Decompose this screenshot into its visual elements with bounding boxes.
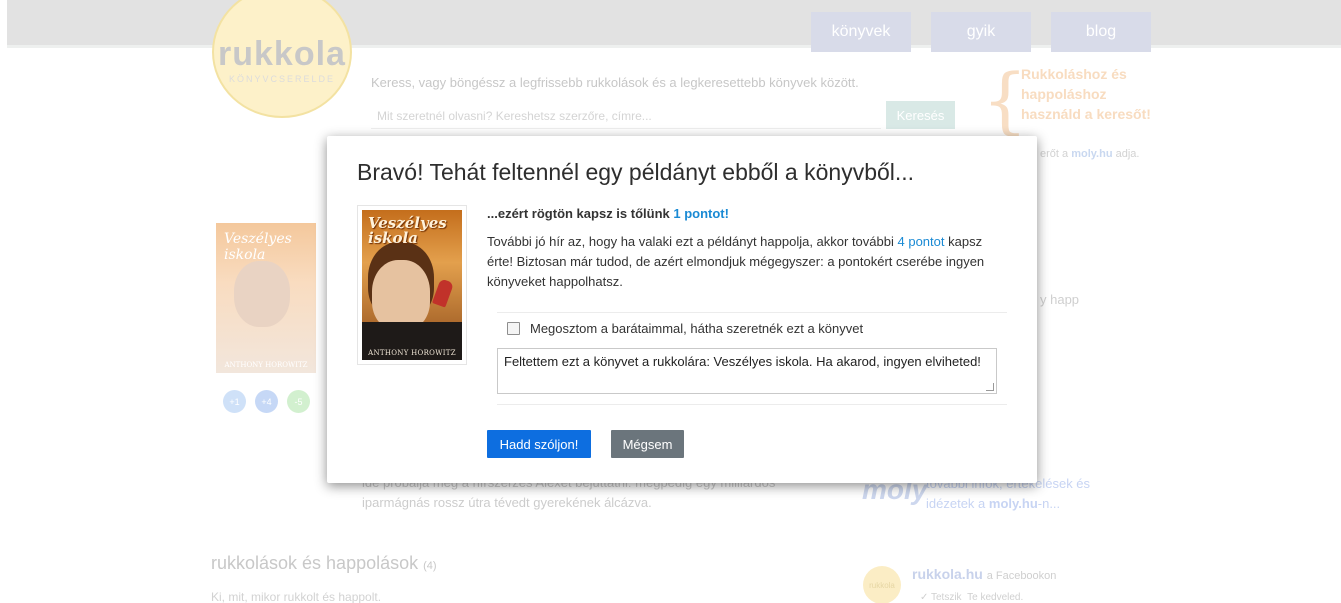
facebook-liked-text: Te kedveled.: [967, 592, 1024, 603]
share-message-text: Feltettem ezt a könyvet a rukkolára: Ves…: [504, 354, 981, 369]
cover-boy-illustration: [372, 260, 430, 330]
promo-sub-prefix: erőt a: [1040, 148, 1069, 160]
share-message-textarea[interactable]: Feltettem ezt a könyvet a rukkolára: Ves…: [497, 348, 997, 394]
moly-text-2: -n...: [1037, 496, 1061, 511]
bg-book-cover[interactable]: Veszélyes iskola ANTHONY HOROWITZ: [216, 223, 316, 373]
nav-blog[interactable]: blog: [1051, 12, 1151, 52]
promo-sub-suffix: adja.: [1115, 148, 1140, 160]
search-input[interactable]: Mit szeretnél olvasni? Kereshetsz szerző…: [371, 103, 881, 129]
page: rukkola KÖNYVCSERELDE könyvek gyik blog …: [0, 0, 1341, 603]
badge-plus-1: +1: [223, 390, 246, 413]
facebook-avatar[interactable]: rukkola: [863, 566, 901, 603]
cover-figure-illustration: [431, 278, 455, 308]
bg-book-author: ANTHONY HOROWITZ: [224, 361, 308, 369]
divider-bottom: [497, 404, 1007, 405]
logo-subtitle: KÖNYVCSERELDE: [228, 73, 336, 84]
bg-book-face: [234, 261, 290, 327]
section-count: (4): [423, 560, 437, 572]
points-lead-text: ...ezért rögtön kapsz is tőlünk: [487, 206, 670, 221]
points-lead: ...ezért rögtön kapsz is tőlünk 1 pontot…: [487, 206, 729, 221]
resize-grip-icon[interactable]: [986, 383, 994, 391]
book-cover: Veszélyes iskola ANTHONY HOROWITZ: [357, 205, 467, 365]
section-title-text: rukkolások és happolások: [211, 553, 419, 573]
moly-link[interactable]: moly.hu: [989, 496, 1038, 511]
section-subtitle: Ki, mit, mikor rukkolt és happolt.: [211, 590, 382, 603]
promo-text: Rukkoláshoz és happoláshoz használd a ke…: [1021, 66, 1151, 122]
facebook-page-name[interactable]: rukkola.hu: [912, 566, 983, 582]
cover-title: Veszélyes iskola: [368, 214, 447, 247]
badge-minus-5: -5: [287, 390, 310, 413]
share-label[interactable]: Megosztom a barátaimmal, hátha szeretnék…: [530, 321, 863, 336]
intro-text: Keress, vagy böngéssz a legfrissebb rukk…: [371, 75, 859, 90]
cover-author: ANTHONY HOROWITZ: [368, 349, 456, 357]
cancel-button[interactable]: Mégsem: [611, 430, 684, 458]
bg-happ-text: y happ: [1040, 292, 1080, 307]
facebook-like[interactable]: ✓ Tetszik Te kedveled.: [920, 592, 1023, 603]
search-button[interactable]: Keresés: [886, 101, 955, 129]
offer-book-dialog: Bravó! Tehát feltennél egy példányt ebbő…: [327, 136, 1037, 483]
facebook-name[interactable]: rukkola.hu a Facebookon: [912, 566, 1056, 582]
section-title: rukkolások és happolások (4): [211, 553, 437, 574]
dialog-title: Bravó! Tehát feltennél egy példányt ebbő…: [357, 159, 915, 185]
points-lead-value: 1 pontot!: [673, 206, 729, 221]
facebook-like-button[interactable]: ✓ Tetszik: [920, 592, 962, 603]
logo-word: rukkola: [218, 34, 346, 73]
promo-moly-link[interactable]: moly.hu: [1071, 148, 1112, 160]
desc-points: 4 pontot: [897, 234, 945, 249]
book-cover-art: Veszélyes iskola ANTHONY HOROWITZ: [362, 210, 462, 360]
site-logo[interactable]: rukkola KÖNYVCSERELDE: [212, 0, 352, 118]
facebook-on: a Facebookon: [986, 570, 1057, 582]
divider-top: [497, 312, 1007, 313]
share-row: Megosztom a barátaimmal, hátha szeretnék…: [507, 321, 863, 336]
promo-subtext: erőt a moly.hu adja.: [1040, 148, 1139, 160]
nav-faq[interactable]: gyik: [931, 12, 1031, 52]
share-checkbox[interactable]: [507, 322, 520, 335]
desc-part-1: További jó hír az, hogy ha valaki ezt a …: [487, 234, 894, 249]
points-description: További jó hír az, hogy ha valaki ezt a …: [487, 232, 1010, 292]
nav-books[interactable]: könyvek: [811, 12, 911, 52]
badge-plus-4: +4: [255, 390, 278, 413]
bg-book-title: Veszélyes iskola: [224, 231, 292, 263]
confirm-button[interactable]: Hadd szóljon!: [487, 430, 591, 458]
